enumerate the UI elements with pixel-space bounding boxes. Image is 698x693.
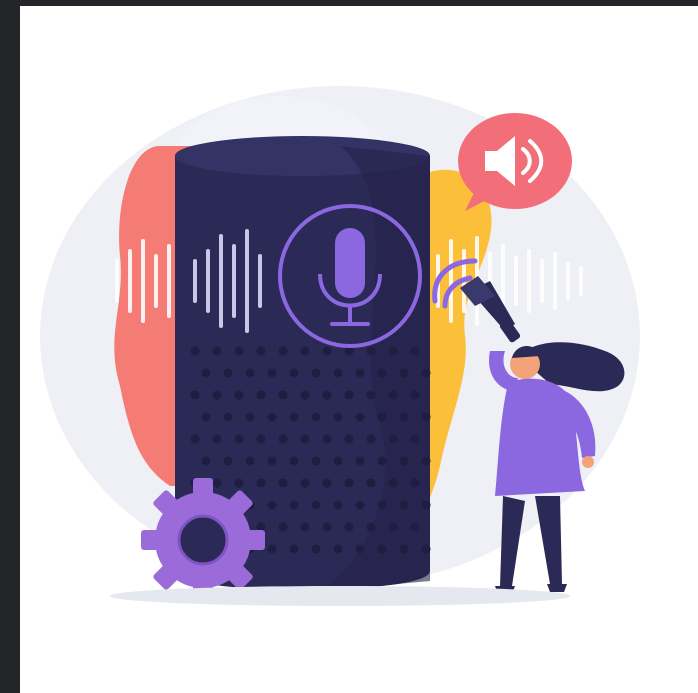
gear-icon [141, 478, 265, 602]
ground-shadow [110, 586, 570, 606]
woman-figure [489, 342, 625, 594]
illustration-canvas [20, 6, 698, 693]
voice-assistant-illustration [40, 86, 640, 606]
